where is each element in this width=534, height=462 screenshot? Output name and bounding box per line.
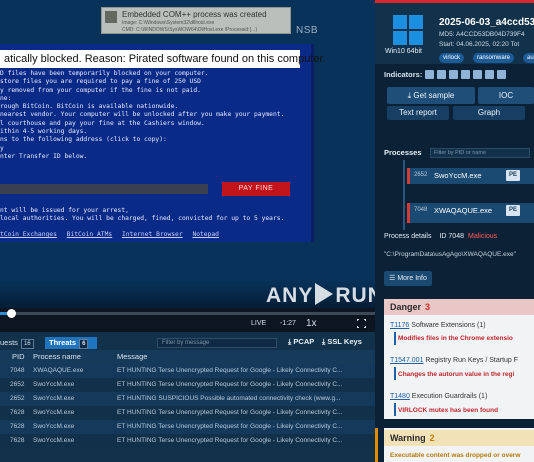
process-details-header: Process details ID 7048 Malicious	[375, 231, 534, 243]
video-progress-handle[interactable]	[7, 309, 17, 318]
text-report-button[interactable]: Text report	[387, 106, 449, 120]
ransom-warning: nt will be issued for your arrest, local…	[0, 207, 285, 223]
player-controls: LIVE -1:27 1x	[0, 308, 375, 332]
tag-ransomware[interactable]: ransomware	[473, 53, 515, 63]
video-progress[interactable]	[0, 309, 375, 318]
graph-button[interactable]: Graph	[453, 106, 525, 120]
warning-header[interactable]: Warning 2	[384, 430, 534, 446]
os-label: Win10 64bit	[385, 48, 422, 55]
message-filter-input[interactable]: Filter by message	[157, 338, 277, 348]
md5-hash[interactable]: MD5: A4CCD53DB04D739F4	[439, 31, 525, 38]
ioc-button[interactable]: IOC	[478, 87, 534, 104]
threats-table-body: 7048 XWAQAQUE.exe ET HUNTING Terse Unencry…	[0, 364, 375, 462]
ransom-links: tCoin Exchanges BitCoin ATMs Internet Br…	[0, 231, 225, 238]
ransom-body: D files have been temporarily blocked on…	[0, 70, 285, 160]
anyrun-watermark: ANYRUN	[266, 283, 375, 307]
notification-line-1: Image: C:\Windows\System32\dllhost.exe	[122, 20, 215, 26]
tag-au[interactable]: au	[523, 53, 534, 63]
requests-count: 16	[20, 339, 34, 349]
table-row[interactable]: 7628 SwoYccM.exe ET HUNTING Terse Unencryp…	[0, 420, 375, 434]
threats-count: 6	[79, 339, 89, 349]
transfer-id-field[interactable]	[0, 184, 208, 194]
playback-speed[interactable]: 1x	[306, 318, 317, 329]
video-time: -1:27	[280, 320, 296, 327]
table-row[interactable]: 7048 XWAQAQUE.exe ET HUNTING Terse Unencry…	[0, 364, 375, 378]
link-notepad[interactable]: Notepad	[192, 231, 219, 238]
column-pid: PID	[12, 352, 25, 361]
indicator-icon[interactable]	[425, 70, 434, 79]
danger-description[interactable]: Modifies files in the Chrome extensio	[398, 335, 513, 342]
vm-notification: Embedded COM++ process was created Image…	[101, 7, 291, 34]
play-logo-icon	[315, 283, 334, 305]
table-row[interactable]: 7628 SwoYccM.exe ET HUNTING Terse Unencryp…	[0, 434, 375, 448]
get-sample-button[interactable]: ⤓ Get sample	[387, 87, 475, 104]
column-message: Message	[117, 352, 148, 361]
task-name: 2025-06-03_a4ccd53d	[439, 17, 534, 28]
danger-header[interactable]: Danger 3	[384, 299, 534, 315]
link-internet-browser[interactable]: Internet Browser	[122, 231, 183, 238]
live-label[interactable]: LIVE	[251, 320, 266, 327]
pe-badge: PE	[506, 170, 520, 181]
danger-description[interactable]: Changes the autorun value in the regi	[398, 371, 514, 378]
task-header: Win10 64bit 2025-06-03_a4ccd53d MD5: A4C…	[375, 0, 534, 64]
danger-description[interactable]: VIRLOCK mutex has been found	[398, 407, 498, 414]
table-row[interactable]: 7628 SwoYccM.exe ET HUNTING Terse Unencryp…	[0, 406, 375, 420]
app-root: Embedded COM++ process was created Image…	[0, 0, 534, 462]
warning-section: Warning 2 Executable content was dropped …	[384, 428, 534, 462]
process-tree-line	[403, 160, 405, 230]
start-time: Start: 04.06.2025, 02:20 Tot	[439, 41, 520, 48]
column-process-name: Process name	[33, 352, 81, 361]
windows-logo-icon	[393, 15, 423, 45]
vm-desktop-label: NSB	[296, 25, 319, 36]
indicators-label: Indicators:	[384, 70, 423, 79]
table-row[interactable]: 2652 SwoYccM.exe ET HUNTING SUSPICIOUS Pos…	[0, 392, 375, 406]
ssl-keys-download-button[interactable]: ⤓ SSL Keys	[322, 337, 362, 347]
notification-icon	[105, 11, 117, 23]
process-row[interactable]: 7048 XWAQAQUE.exe PE	[407, 203, 534, 223]
analysis-sidebar: Win10 64bit 2025-06-03_a4ccd53d MD5: A4C…	[375, 0, 534, 462]
indicator-icon[interactable]	[449, 70, 458, 79]
pay-fine-button[interactable]: PAY FINE	[222, 182, 290, 196]
indicator-icon[interactable]	[497, 70, 506, 79]
ransom-title: atically blocked. Reason: Pirated softwa…	[0, 50, 326, 68]
notification-title: Embedded COM++ process was created	[122, 10, 267, 19]
table-header: PID Process name Message	[0, 350, 375, 364]
warning-accent	[375, 428, 378, 462]
pe-badge: PE	[506, 205, 520, 216]
link-bitcoin-exchanges[interactable]: tCoin Exchanges	[0, 231, 57, 238]
indicator-icon[interactable]	[485, 70, 494, 79]
malicious-badge: Malicious	[468, 233, 498, 240]
warning-description[interactable]: Executable content was dropped or overw	[390, 452, 520, 459]
mitre-technique[interactable]: T1176 Software Extensions (1)	[390, 322, 486, 329]
notification-line-2: CMD: C:\WINDOWS\SysWOW64\DllHost.exe /Pr…	[122, 27, 258, 33]
table-row[interactable]: 2652 SwoYccM.exe ET HUNTING Terse Unencryp…	[0, 378, 375, 392]
tab-threats[interactable]: Threats 6	[45, 337, 97, 349]
mitre-technique[interactable]: T1547.001 Registry Run Keys / Startup F	[390, 357, 518, 364]
more-info-button[interactable]: ☰ More Info	[384, 271, 432, 286]
pcap-download-button[interactable]: ⤓ PCAP	[288, 337, 314, 347]
network-panel: uests 16 Threats 6 Filter by message ⤓ PCA…	[0, 336, 375, 462]
process-filter-input[interactable]: Filter by PID or name	[430, 148, 530, 158]
indicator-icon[interactable]	[437, 70, 446, 79]
mitre-technique[interactable]: T1480 Execution Guardrails (1)	[390, 393, 487, 400]
process-path: "C:\ProgramData\usAgAgo\XWAQAQUE.exe"	[384, 251, 516, 258]
tag-virlock[interactable]: virlock	[439, 53, 465, 63]
network-tabbar: uests 16 Threats 6 Filter by message ⤓ PCA…	[0, 336, 375, 350]
danger-section: Danger 3 T1176 Software Extensions (1) Mo…	[384, 299, 534, 419]
vm-screen[interactable]: Embedded COM++ process was created Image…	[0, 0, 375, 308]
tab-requests[interactable]: uests 16	[0, 337, 34, 349]
process-row[interactable]: 2652 SwoYccM.exe PE	[407, 168, 534, 184]
link-bitcoin-atms[interactable]: BitCoin ATMs	[67, 231, 113, 238]
indicator-icon[interactable]	[461, 70, 470, 79]
indicator-icon[interactable]	[473, 70, 482, 79]
